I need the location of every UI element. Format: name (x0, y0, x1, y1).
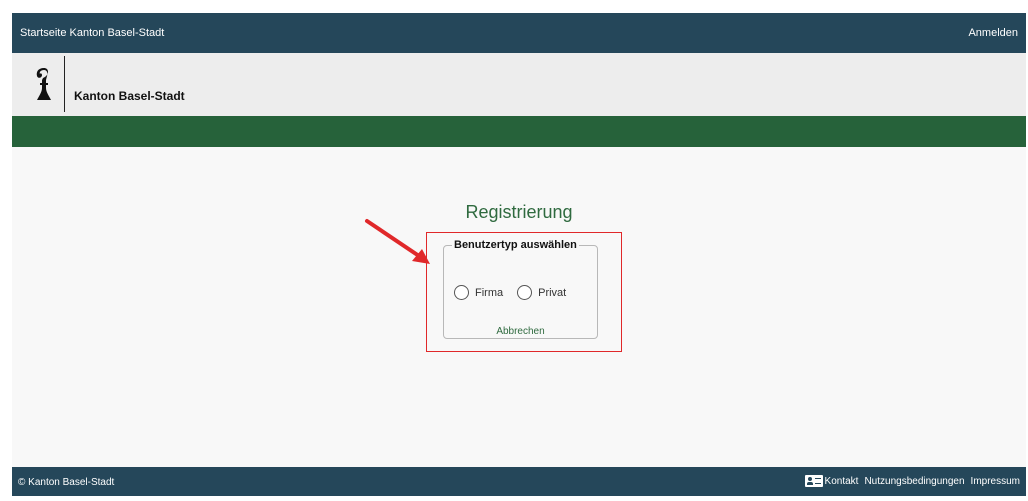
top-bar: Startseite Kanton Basel-Stadt Anmelden (12, 13, 1026, 53)
usertype-options: Firma Privat (454, 285, 580, 300)
green-nav-bar (12, 116, 1026, 147)
page: Startseite Kanton Basel-Stadt Anmelden K… (12, 13, 1026, 496)
footer-links: Kontakt Nutzungsbedingungen Impressum (804, 475, 1020, 487)
screenshot-frame: Startseite Kanton Basel-Stadt Anmelden K… (0, 0, 1028, 501)
radio-button-privat[interactable] (517, 285, 533, 300)
brand-name: Kanton Basel-Stadt (74, 89, 185, 103)
imprint-link[interactable]: Impressum (971, 476, 1020, 487)
brand-divider (64, 56, 65, 112)
home-link[interactable]: Startseite Kanton Basel-Stadt (20, 27, 164, 39)
contact-link[interactable]: Kontakt (825, 476, 859, 487)
contact-card-icon[interactable] (804, 475, 823, 487)
radio-option-privat[interactable]: Privat (517, 285, 566, 300)
footer: © Kanton Basel-Stadt Kontakt Nutzungsbed… (12, 467, 1026, 496)
basel-staff-icon[interactable] (34, 66, 54, 102)
copyright-text: © Kanton Basel-Stadt (18, 477, 115, 488)
radio-label-firma[interactable]: Firma (475, 287, 503, 299)
radio-button-firma[interactable] (454, 285, 469, 300)
radio-option-firma[interactable]: Firma (454, 285, 503, 300)
login-link[interactable]: Anmelden (968, 27, 1018, 39)
radio-label-privat[interactable]: Privat (538, 287, 566, 299)
terms-link[interactable]: Nutzungsbedingungen (864, 476, 964, 487)
brand-bar: Kanton Basel-Stadt (12, 53, 1026, 116)
usertype-fieldset: Benutzertyp auswählen Firma Privat Abbre… (443, 239, 598, 339)
page-title: Registrierung (465, 202, 573, 222)
cancel-button[interactable]: Abbrechen (444, 326, 597, 337)
usertype-legend: Benutzertyp auswählen (454, 239, 577, 251)
